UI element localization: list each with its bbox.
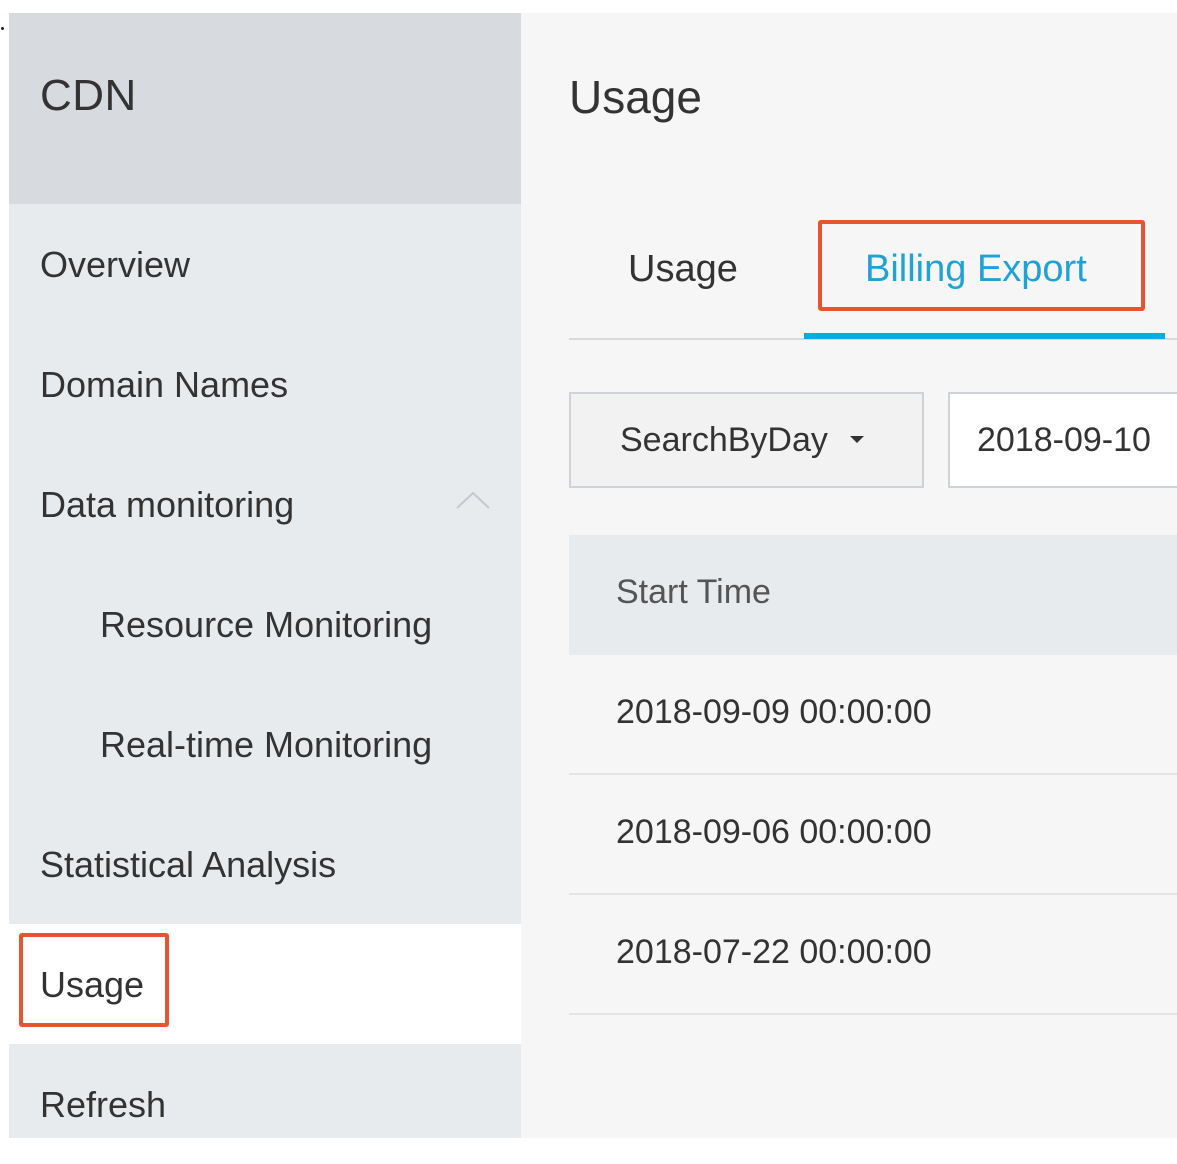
column-header-start-time[interactable]: Start Time — [616, 573, 771, 612]
sidebar-item-label: Overview — [40, 244, 191, 285]
search-mode-value: SearchByDay — [620, 421, 828, 459]
sidebar-item-realtime-monitoring[interactable]: Real-time Monitoring — [9, 684, 521, 804]
sidebar-item-label: Domain Names — [40, 364, 289, 405]
sidebar-item-label: Statistical Analysis — [40, 844, 337, 885]
sidebar-item-refresh[interactable]: Refresh — [9, 1044, 521, 1164]
caret-down-icon — [850, 436, 864, 443]
sidebar-item-overview[interactable]: Overview — [9, 204, 521, 324]
table-cell-start-time: 2018-09-09 00:00:00 — [616, 693, 932, 731]
sidebar-item-data-monitoring[interactable]: Data monitoring — [9, 444, 521, 564]
main-content: Usage Usage Billing Export SearchByDay S… — [521, 13, 1177, 1138]
table-row: 2018-07-22 00:00:00 — [569, 895, 1177, 1015]
sidebar-item-label: Refresh — [40, 1084, 167, 1125]
tab-usage[interactable]: Usage — [628, 248, 738, 291]
tab-bar: Usage Billing Export — [569, 213, 1177, 340]
sidebar-item-label: Data monitoring — [40, 484, 295, 525]
highlight-box-usage — [19, 933, 169, 1027]
table-row: 2018-09-06 00:00:00 — [569, 775, 1177, 895]
sidebar-item-statistical-analysis[interactable]: Statistical Analysis — [9, 804, 521, 924]
stray-dot — [1, 27, 4, 30]
table-cell-start-time: 2018-07-22 00:00:00 — [616, 933, 932, 971]
page-title: Usage — [569, 71, 702, 123]
table-header: Start Time — [569, 535, 1177, 655]
date-input[interactable] — [948, 392, 1177, 488]
sidebar-item-resource-monitoring[interactable]: Resource Monitoring — [9, 564, 521, 684]
search-mode-dropdown[interactable]: SearchByDay — [569, 392, 924, 488]
sidebar-item-label: Real-time Monitoring — [100, 724, 433, 765]
chevron-up-icon[interactable] — [455, 488, 491, 512]
active-tab-indicator — [804, 333, 1165, 339]
sidebar-header: CDN — [9, 13, 521, 204]
sidebar-item-domain-names[interactable]: Domain Names — [9, 324, 521, 444]
table-row: 2018-09-09 00:00:00 — [569, 655, 1177, 775]
highlight-box-billing-export — [818, 220, 1145, 311]
product-title: CDN — [40, 71, 137, 120]
sidebar-item-label: Resource Monitoring — [100, 604, 433, 645]
table-cell-start-time: 2018-09-06 00:00:00 — [616, 813, 932, 851]
